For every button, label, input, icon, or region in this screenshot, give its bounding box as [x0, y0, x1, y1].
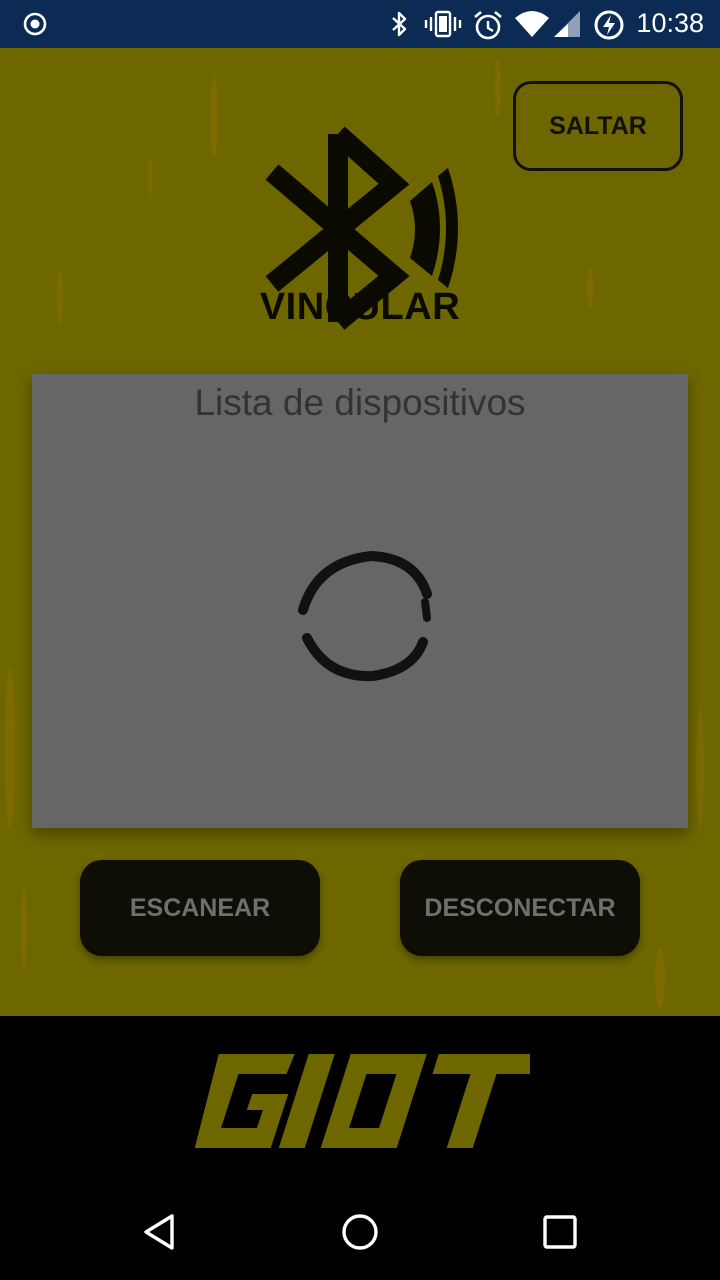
vibrate-icon: [424, 10, 462, 38]
page-title: VINCULAR: [259, 286, 461, 328]
disconnect-button[interactable]: DESCONECTAR: [400, 860, 640, 956]
giot-logo: [194, 1054, 530, 1148]
record-icon: [23, 12, 47, 36]
home-icon[interactable]: [338, 1210, 382, 1254]
loading-spinner-icon: [298, 550, 432, 682]
skip-button[interactable]: SALTAR: [513, 81, 683, 171]
battery-charging-icon: [594, 10, 624, 40]
status-bar: 10:38: [0, 0, 720, 48]
device-list-panel: Lista de dispositivos: [32, 374, 688, 828]
wifi-icon: [515, 11, 549, 37]
recents-icon[interactable]: [538, 1210, 582, 1254]
pairing-screen: VINCULAR SALTAR Lista de dispositivos ES…: [0, 48, 720, 1016]
status-time: 10:38: [636, 8, 704, 38]
bluetooth-icon: [392, 11, 407, 37]
scan-button[interactable]: ESCANEAR: [80, 860, 320, 956]
signal-icon: [554, 11, 580, 37]
navigation-bar: [0, 1180, 720, 1280]
back-icon[interactable]: [138, 1210, 182, 1254]
footer: [0, 1016, 720, 1180]
alarm-icon: [474, 11, 502, 40]
device-list-title: Lista de dispositivos: [194, 382, 526, 423]
